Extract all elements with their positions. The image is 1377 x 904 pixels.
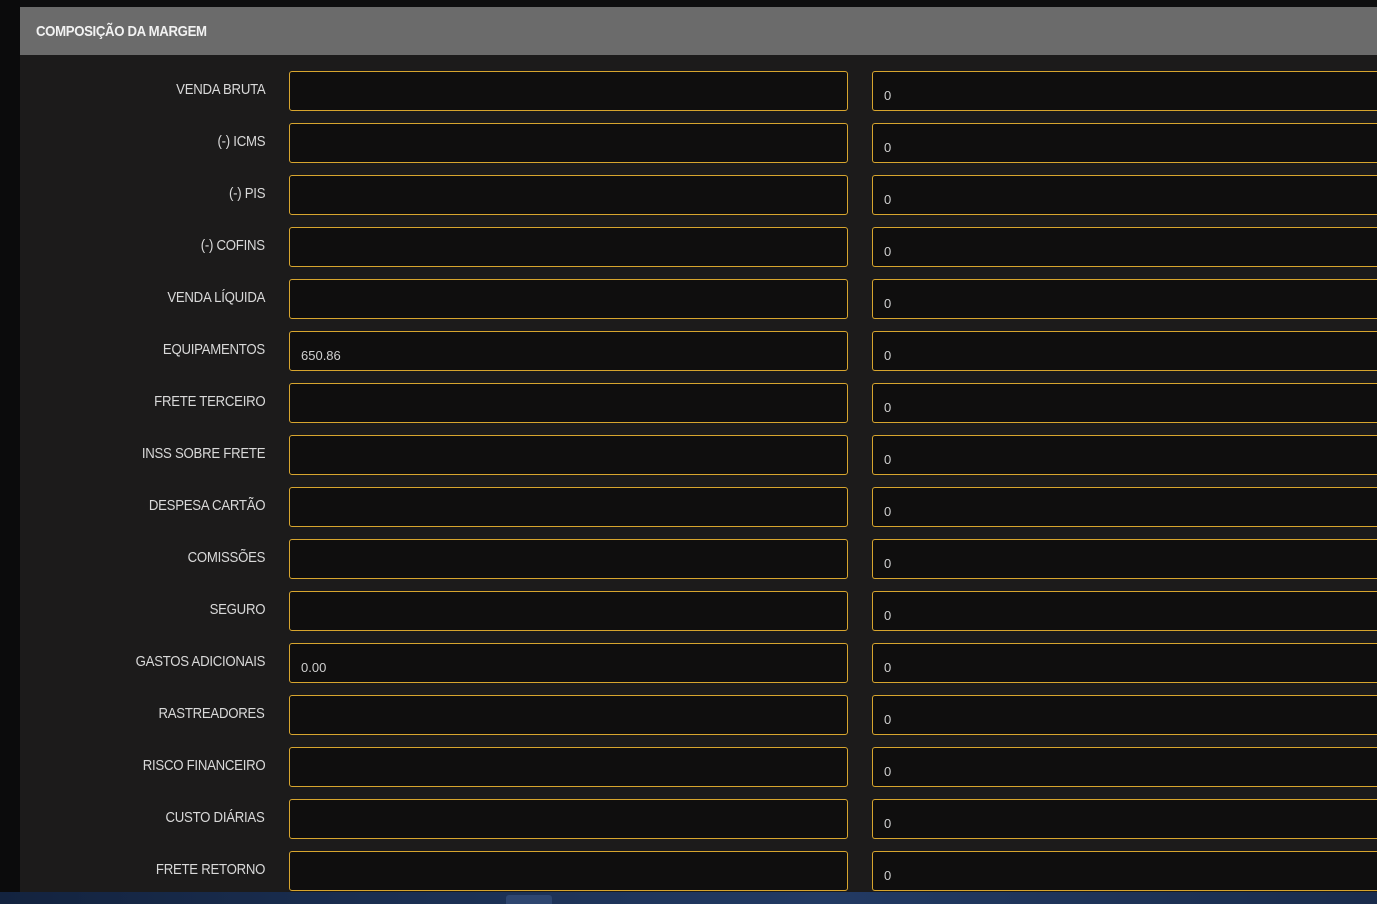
value-input[interactable] — [289, 539, 848, 579]
row-label: GASTOS ADICIONAIS — [135, 653, 265, 670]
value-input[interactable] — [289, 383, 848, 423]
margin-row: COMISSÕES — [20, 539, 1377, 579]
margin-row: DESPESA CARTÃO — [20, 487, 1377, 527]
row-label: FRETE TERCEIRO — [153, 393, 265, 410]
margin-row: INSS SOBRE FRETE — [20, 435, 1377, 475]
percent-input[interactable] — [872, 487, 1377, 527]
panel-header: COMPOSIÇÃO DA MARGEM — [20, 7, 1377, 55]
margin-row: (-) ICMS — [20, 123, 1377, 163]
margin-row: VENDA BRUTA — [20, 71, 1377, 111]
row-label: COMISSÕES — [187, 549, 265, 566]
margin-row: RASTREADORES — [20, 695, 1377, 735]
value-input[interactable] — [289, 279, 848, 319]
percent-input[interactable] — [872, 435, 1377, 475]
percent-input[interactable] — [872, 71, 1377, 111]
value-input[interactable] — [289, 123, 848, 163]
value-input[interactable] — [289, 175, 848, 215]
row-label: RASTREADORES — [158, 705, 265, 722]
value-input[interactable] — [289, 643, 848, 683]
value-input[interactable] — [289, 747, 848, 787]
margin-row: VENDA LÍQUIDA — [20, 279, 1377, 319]
percent-input[interactable] — [872, 643, 1377, 683]
value-input[interactable] — [289, 591, 848, 631]
percent-input[interactable] — [872, 227, 1377, 267]
row-label: (-) ICMS — [217, 133, 265, 150]
percent-input[interactable] — [872, 695, 1377, 735]
value-input[interactable] — [289, 331, 848, 371]
margin-row: (-) PIS — [20, 175, 1377, 215]
panel-title: COMPOSIÇÃO DA MARGEM — [36, 22, 207, 40]
row-label: RISCO FINANCEIRO — [142, 757, 265, 774]
percent-input[interactable] — [872, 539, 1377, 579]
percent-input[interactable] — [872, 175, 1377, 215]
margin-row: EQUIPAMENTOS — [20, 331, 1377, 371]
row-label: (-) PIS — [228, 185, 266, 202]
left-background-strip — [0, 0, 20, 892]
percent-input[interactable] — [872, 747, 1377, 787]
margin-row: CUSTO DIÁRIAS — [20, 799, 1377, 839]
row-label: VENDA BRUTA — [175, 81, 266, 98]
value-input[interactable] — [289, 799, 848, 839]
percent-input[interactable] — [872, 279, 1377, 319]
margin-row: FRETE RETORNO — [20, 851, 1377, 891]
value-input[interactable] — [289, 695, 848, 735]
value-input[interactable] — [289, 71, 848, 111]
row-label: DESPESA CARTÃO — [148, 497, 266, 514]
value-input[interactable] — [289, 487, 848, 527]
margin-row: SEGURO — [20, 591, 1377, 631]
margin-row: RISCO FINANCEIRO — [20, 747, 1377, 787]
row-label: EQUIPAMENTOS — [163, 341, 265, 358]
percent-input[interactable] — [872, 591, 1377, 631]
percent-input[interactable] — [872, 331, 1377, 371]
percent-input[interactable] — [872, 851, 1377, 891]
margin-row: GASTOS ADICIONAIS — [20, 643, 1377, 683]
row-label: SEGURO — [209, 601, 265, 618]
margin-row: (-) COFINS — [20, 227, 1377, 267]
row-label: FRETE RETORNO — [155, 861, 266, 878]
value-input[interactable] — [289, 435, 848, 475]
value-input[interactable] — [289, 227, 848, 267]
row-label: (-) COFINS — [200, 237, 265, 254]
percent-input[interactable] — [872, 383, 1377, 423]
value-input[interactable] — [289, 851, 848, 891]
percent-input[interactable] — [872, 123, 1377, 163]
margin-row: FRETE TERCEIRO — [20, 383, 1377, 423]
row-label: VENDA LÍQUIDA — [167, 289, 265, 306]
percent-input[interactable] — [872, 799, 1377, 839]
row-label: CUSTO DIÁRIAS — [165, 809, 265, 826]
os-taskbar — [0, 892, 1377, 904]
margin-composition-panel: COMPOSIÇÃO DA MARGEM VENDA BRUTA (-) ICMS… — [20, 7, 1377, 892]
taskbar-app-button[interactable] — [506, 895, 552, 904]
row-label: INSS SOBRE FRETE — [141, 445, 266, 462]
